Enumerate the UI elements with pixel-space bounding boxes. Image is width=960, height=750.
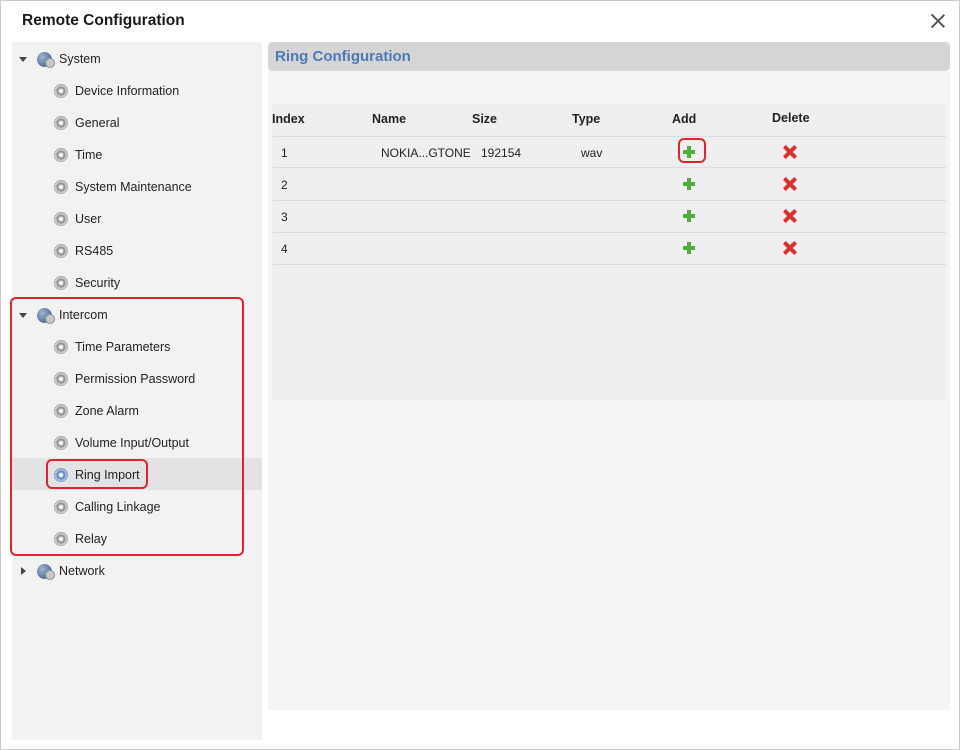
sidebar-item-general[interactable]: General (12, 107, 262, 139)
config-tree: System Device Information General Time S… (12, 42, 262, 740)
sidebar-item-permission-password[interactable]: Permission Password (12, 363, 262, 395)
gear-icon (54, 244, 68, 258)
column-header-add: Add (672, 112, 697, 126)
sidebar-item-security[interactable]: Security (12, 267, 262, 299)
gear-icon (54, 340, 68, 354)
sidebar-item-label: Permission Password (75, 372, 196, 386)
gear-icon (54, 180, 68, 194)
cell-type: wav (581, 146, 603, 160)
gear-icon (54, 500, 68, 514)
section-header: Ring Configuration (268, 42, 950, 71)
add-ring-button[interactable] (683, 146, 695, 158)
sidebar-item-time[interactable]: Time (12, 139, 262, 171)
title-bar: Remote Configuration (1, 1, 959, 41)
sidebar-item-label: Time (75, 148, 103, 162)
add-ring-button[interactable] (683, 210, 695, 222)
sidebar-item-label: System Maintenance (75, 180, 192, 194)
sidebar-item-ring-import[interactable]: Ring Import (12, 458, 262, 490)
chevron-down-icon[interactable] (19, 313, 27, 318)
column-header-type: Type (572, 112, 601, 126)
globe-icon (37, 52, 55, 68)
sidebar-item-calling-linkage[interactable]: Calling Linkage (12, 491, 262, 523)
remote-configuration-window: Remote Configuration System Device Infor… (0, 0, 960, 750)
delete-ring-button[interactable] (783, 209, 797, 223)
gear-icon (54, 372, 68, 386)
close-icon[interactable] (929, 12, 947, 30)
sidebar-item-label: RS485 (75, 244, 114, 258)
column-header-delete: Delete (772, 111, 810, 125)
add-ring-button[interactable] (683, 242, 695, 254)
tree-group-system[interactable]: System (12, 43, 262, 75)
tree-group-network[interactable]: Network (12, 555, 262, 587)
cell-index: 3 (281, 210, 288, 224)
chevron-down-icon[interactable] (19, 57, 27, 62)
sidebar-item-zone-alarm[interactable]: Zone Alarm (12, 395, 262, 427)
sidebar-item-label: Relay (75, 532, 107, 546)
cell-index: 2 (281, 178, 288, 192)
sidebar-item-volume-input-output[interactable]: Volume Input/Output (12, 427, 262, 459)
sidebar-item-rs485[interactable]: RS485 (12, 235, 262, 267)
table-row: 3 (273, 201, 946, 233)
gear-icon (54, 116, 68, 130)
sidebar-item-time-parameters[interactable]: Time Parameters (12, 331, 262, 363)
sidebar-item-label: Zone Alarm (75, 404, 139, 418)
section-title: Ring Configuration (275, 48, 411, 65)
chevron-right-icon[interactable] (21, 567, 26, 575)
gear-icon (54, 436, 68, 450)
globe-icon (37, 308, 55, 324)
cell-index: 4 (281, 242, 288, 256)
table-row: 1 NOKIA...GTONE 192154 wav (273, 136, 946, 168)
delete-ring-button[interactable] (783, 145, 797, 159)
cell-name: NOKIA...GTONE (381, 146, 471, 160)
gear-icon (54, 532, 68, 546)
cell-index: 1 (281, 146, 288, 160)
tree-group-label: Intercom (59, 308, 108, 322)
column-header-name: Name (372, 112, 407, 126)
sidebar-item-label: Ring Import (75, 468, 140, 482)
sidebar-item-label: Time Parameters (75, 340, 171, 354)
add-ring-button[interactable] (683, 178, 695, 190)
sidebar-item-label: User (75, 212, 102, 226)
tree-group-label: System (59, 52, 101, 66)
sidebar-item-user[interactable]: User (12, 203, 262, 235)
delete-ring-button[interactable] (783, 241, 797, 255)
tree-group-intercom[interactable]: Intercom (12, 299, 262, 331)
sidebar-item-label: Security (75, 276, 121, 290)
table-row: 4 (273, 233, 946, 265)
gear-icon (54, 468, 68, 482)
tree-group-label: Network (59, 564, 105, 578)
sidebar-item-label: Volume Input/Output (75, 436, 189, 450)
gear-icon (54, 148, 68, 162)
globe-icon (37, 564, 55, 580)
sidebar-item-label: General (75, 116, 120, 130)
window-title: Remote Configuration (22, 12, 185, 29)
sidebar-item-relay[interactable]: Relay (12, 523, 262, 555)
gear-icon (54, 84, 68, 98)
sidebar-item-device-information[interactable]: Device Information (12, 75, 262, 107)
table-row: 2 (273, 169, 946, 201)
gear-icon (54, 276, 68, 290)
sidebar-item-label: Calling Linkage (75, 500, 161, 514)
delete-ring-button[interactable] (783, 177, 797, 191)
gear-icon (54, 404, 68, 418)
ring-configuration-panel: Ring Configuration Index Name Size Type … (268, 42, 950, 710)
sidebar-item-system-maintenance[interactable]: System Maintenance (12, 171, 262, 203)
sidebar-item-label: Device Information (75, 84, 180, 98)
column-header-size: Size (472, 112, 498, 126)
gear-icon (54, 212, 68, 226)
cell-size: 192154 (481, 146, 522, 160)
column-header-index: Index (272, 112, 305, 126)
